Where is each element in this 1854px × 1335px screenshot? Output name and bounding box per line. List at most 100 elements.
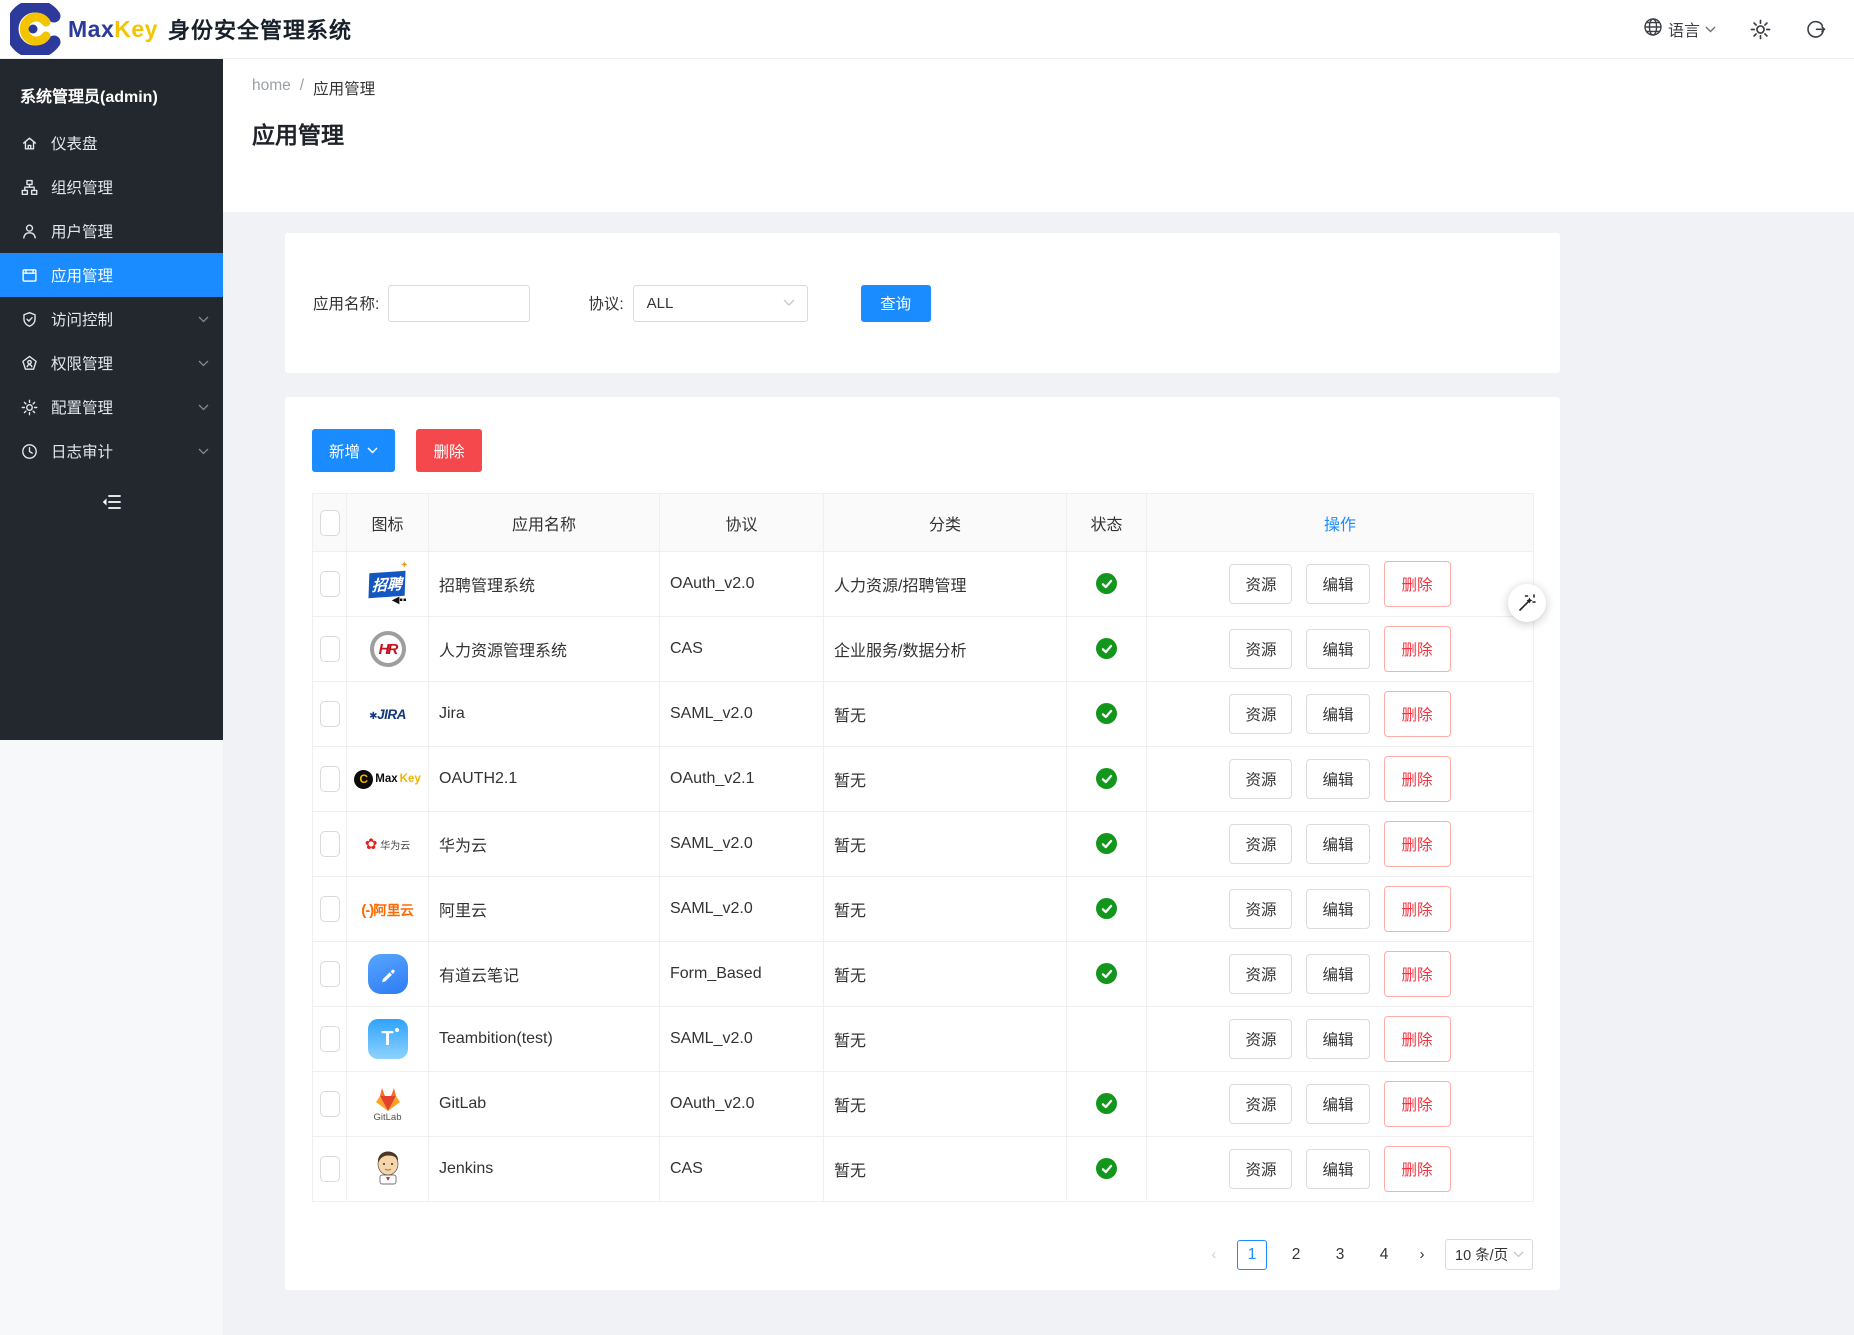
app-protocol-cell: CAS — [660, 617, 824, 682]
page-number-button[interactable]: 1 — [1237, 1240, 1267, 1270]
edit-button[interactable]: 编辑 — [1306, 889, 1369, 929]
edit-button[interactable]: 编辑 — [1306, 564, 1369, 604]
theme-switch-fab[interactable] — [1508, 584, 1546, 622]
edit-button[interactable]: 编辑 — [1306, 954, 1369, 994]
resource-button[interactable]: 资源 — [1229, 1019, 1292, 1059]
app-name-input[interactable] — [388, 285, 530, 322]
delete-row-button[interactable]: 删除 — [1384, 691, 1451, 737]
select-all-checkbox[interactable] — [320, 510, 340, 536]
resource-button[interactable]: 资源 — [1229, 564, 1292, 604]
row-checkbox[interactable] — [320, 571, 340, 597]
page-number-button[interactable]: 2 — [1281, 1240, 1311, 1270]
page-title: 应用管理 — [252, 116, 1854, 150]
status-active-icon — [1096, 1026, 1117, 1047]
page-number-button[interactable]: 4 — [1369, 1240, 1399, 1270]
sidebar-item-icon — [20, 442, 38, 460]
protocol-select[interactable]: ALL — [633, 285, 808, 322]
pagination: ‹ 1234 › 10 条/页 — [312, 1239, 1533, 1270]
resource-button[interactable]: 资源 — [1229, 629, 1292, 669]
delete-row-button[interactable]: 删除 — [1384, 1146, 1451, 1192]
resource-button[interactable]: 资源 — [1229, 824, 1292, 864]
logout-icon[interactable] — [1805, 19, 1826, 40]
language-menu[interactable]: 语言 — [1643, 17, 1716, 42]
row-checkbox[interactable] — [320, 831, 340, 857]
page-size-select[interactable]: 10 条/页 — [1445, 1239, 1533, 1270]
row-checkbox[interactable] — [320, 1026, 340, 1052]
delete-row-button[interactable]: 删除 — [1384, 886, 1451, 932]
row-checkbox[interactable] — [320, 896, 340, 922]
resource-button[interactable]: 资源 — [1229, 1149, 1292, 1189]
table-row: ✿华为云 华为云 SAML_v2.0 暂无 资源 编辑 删除 — [313, 812, 1534, 877]
delete-row-button[interactable]: 删除 — [1384, 821, 1451, 867]
filter-card: 应用名称: 协议: ALL 查询 — [285, 233, 1560, 373]
app-logo-icon: CMaxKey — [365, 756, 411, 802]
table-row: Jenkins CAS 暂无 资源 编辑 删除 — [313, 1137, 1534, 1202]
row-checkbox[interactable] — [320, 766, 340, 792]
column-icon: 图标 — [347, 494, 429, 552]
table-header: 图标 应用名称 协议 分类 状态 操作 — [313, 494, 1534, 552]
status-active-icon — [1096, 703, 1117, 724]
sidebar-item-icon — [20, 354, 38, 372]
app-logo-icon: T — [365, 1016, 411, 1062]
resource-button[interactable]: 资源 — [1229, 759, 1292, 799]
app-name-cell: GitLab — [429, 1072, 660, 1137]
sidebar-item[interactable]: 组织管理 — [0, 165, 223, 209]
resource-button[interactable]: 资源 — [1229, 1084, 1292, 1124]
app-name-cell: Jira — [429, 682, 660, 747]
edit-button[interactable]: 编辑 — [1306, 759, 1369, 799]
app-name-cell: 阿里云 — [429, 877, 660, 942]
sidebar-item[interactable]: 仪表盘 — [0, 121, 223, 165]
sidebar-collapse-button[interactable] — [99, 489, 125, 515]
page-number-button[interactable]: 3 — [1325, 1240, 1355, 1270]
sidebar-item[interactable]: 应用管理 — [0, 253, 223, 297]
row-checkbox[interactable] — [320, 636, 340, 662]
edit-button[interactable]: 编辑 — [1306, 1084, 1369, 1124]
sidebar-item-label: 仪表盘 — [51, 132, 198, 154]
query-button[interactable]: 查询 — [861, 285, 931, 322]
sidebar-item[interactable]: 日志审计 — [0, 429, 223, 473]
delete-row-button[interactable]: 删除 — [1384, 561, 1451, 607]
sidebar-item[interactable]: 用户管理 — [0, 209, 223, 253]
sidebar-item[interactable]: 配置管理 — [0, 385, 223, 429]
table-row: ✦招聘◀▪▪ 招聘管理系统 OAuth_v2.0 人力资源/招聘管理 资源 编辑… — [313, 552, 1534, 617]
delete-row-button[interactable]: 删除 — [1384, 951, 1451, 997]
app-protocol-cell: SAML_v2.0 — [660, 682, 824, 747]
sidebar-item[interactable]: 访问控制 — [0, 297, 223, 341]
prev-page-button[interactable]: ‹ — [1205, 1246, 1223, 1263]
breadcrumb-home-link[interactable]: home — [252, 77, 291, 99]
app-header: MaxKey 身份安全管理系统 语言 — [0, 0, 1854, 59]
protocol-select-value: ALL — [647, 295, 674, 312]
bulk-delete-button[interactable]: 删除 — [416, 429, 482, 472]
delete-row-button[interactable]: 删除 — [1384, 1081, 1451, 1127]
row-checkbox[interactable] — [320, 1091, 340, 1117]
sidebar-item-label: 配置管理 — [51, 396, 198, 418]
table-body: ✦招聘◀▪▪ 招聘管理系统 OAuth_v2.0 人力资源/招聘管理 资源 编辑… — [313, 552, 1534, 1202]
page-list: 1234 — [1237, 1240, 1399, 1270]
row-checkbox[interactable] — [320, 961, 340, 987]
edit-button[interactable]: 编辑 — [1306, 824, 1369, 864]
breadcrumb-separator: / — [300, 77, 304, 99]
row-checkbox[interactable] — [320, 1156, 340, 1182]
resource-button[interactable]: 资源 — [1229, 954, 1292, 994]
resource-button[interactable]: 资源 — [1229, 694, 1292, 734]
next-page-button[interactable]: › — [1413, 1246, 1431, 1263]
delete-row-button[interactable]: 删除 — [1384, 756, 1451, 802]
edit-button[interactable]: 编辑 — [1306, 629, 1369, 669]
app-category-cell: 暂无 — [824, 942, 1067, 1007]
sidebar-item[interactable]: 权限管理 — [0, 341, 223, 385]
edit-button[interactable]: 编辑 — [1306, 1149, 1369, 1189]
column-category: 分类 — [824, 494, 1067, 552]
row-checkbox[interactable] — [320, 701, 340, 727]
resource-button[interactable]: 资源 — [1229, 889, 1292, 929]
app-name-cell: OAUTH2.1 — [429, 747, 660, 812]
table-row: T Teambition(test) SAML_v2.0 暂无 资源 编辑 删除 — [313, 1007, 1534, 1072]
status-active-icon — [1096, 898, 1117, 919]
edit-button[interactable]: 编辑 — [1306, 694, 1369, 734]
status-active-icon — [1096, 638, 1117, 659]
collapse-icon — [101, 492, 123, 512]
add-button[interactable]: 新增 — [312, 429, 395, 472]
edit-button[interactable]: 编辑 — [1306, 1019, 1369, 1059]
delete-row-button[interactable]: 删除 — [1384, 626, 1451, 672]
settings-icon[interactable] — [1750, 19, 1771, 40]
delete-row-button[interactable]: 删除 — [1384, 1016, 1451, 1062]
